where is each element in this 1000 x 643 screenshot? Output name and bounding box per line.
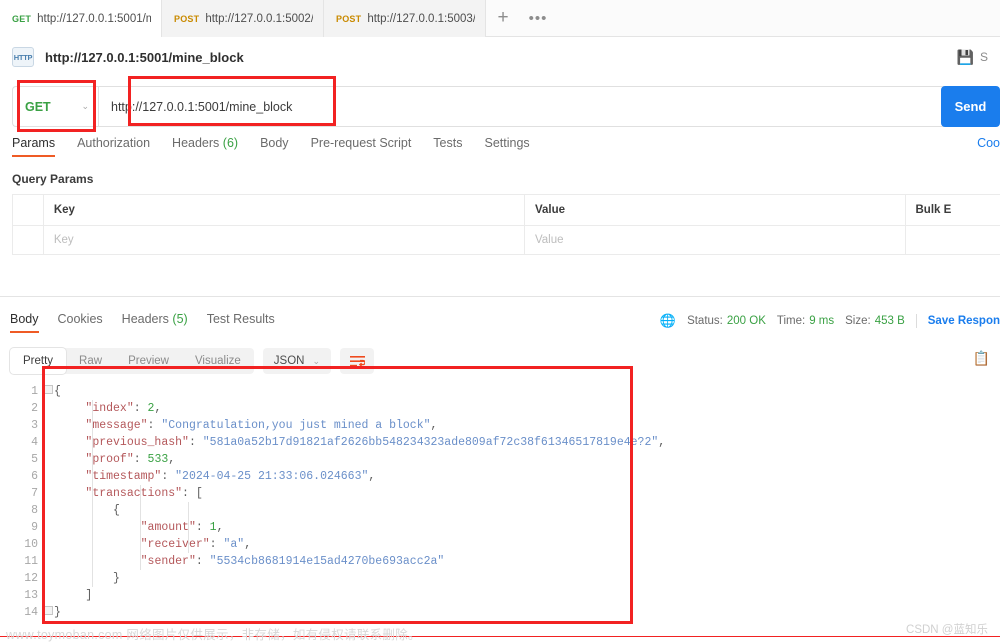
param-key-input[interactable]: Key — [43, 226, 525, 255]
page-title: http://127.0.0.1:5001/mine_block — [45, 49, 244, 65]
row-checkbox[interactable] — [13, 226, 44, 255]
breadcrumb: HTTP http://127.0.0.1:5001/mine_block 💾 … — [0, 37, 1000, 77]
watermark-bottom: www.toymoban.com 网络图片仅供展示，非存储，如有侵权请联系删除。 — [6, 628, 421, 642]
status-label: Status: — [687, 315, 723, 327]
tab-tests-label: Tests — [433, 136, 463, 150]
response-tabs: Body Cookies Headers (5) Test Results — [10, 312, 710, 340]
status-badge: 200 OK — [726, 315, 766, 327]
tab-pre-request-script-label: Pre-request Script — [310, 136, 412, 150]
http-protocol-icon: HTTP — [12, 47, 34, 67]
tab-body-label: Body — [260, 136, 289, 150]
table-header-row: Key Value Bulk E — [13, 195, 1000, 226]
cookies-link[interactable]: Coo — [977, 136, 1000, 150]
request-tabs: Params Authorization Headers (6) Body Pr… — [12, 136, 1000, 164]
line-number: 2 — [31, 402, 38, 415]
request-tab-3-url: http://127.0.0.1:5003/cor — [367, 12, 475, 25]
size-label: Size: — [845, 315, 871, 327]
response-tab-body[interactable]: Body — [10, 312, 39, 333]
line-number: 6 — [31, 470, 38, 483]
line-number: 12 — [24, 572, 38, 585]
request-tab-2-method: POST — [174, 13, 200, 24]
tab-body[interactable]: Body — [260, 136, 289, 157]
request-tab-2[interactable]: POST http://127.0.0.1:5002/cor — [162, 0, 324, 37]
tab-authorization-label: Authorization — [77, 136, 151, 150]
query-params-table: Key Value Bulk E Key Value — [12, 194, 1000, 255]
highlight-method-box — [17, 80, 96, 132]
tab-headers-label: Headers — [172, 136, 220, 150]
time-label: Time: — [776, 315, 806, 327]
tab-settings[interactable]: Settings — [484, 136, 529, 157]
request-tab-3[interactable]: POST http://127.0.0.1:5003/cor — [324, 0, 486, 37]
watermark-csdn: CSDN @蓝知乐 — [906, 624, 988, 636]
highlight-url-box — [128, 76, 336, 126]
line-number: 14 — [24, 606, 38, 619]
line-number: 1 — [31, 385, 38, 398]
tab-headers[interactable]: Headers (6) — [172, 136, 238, 157]
request-tab-1[interactable]: GET http://127.0.0.1:5001/mine — [0, 0, 162, 37]
column-header-value: Value — [524, 195, 906, 226]
globe-icon: 🌐 — [659, 313, 677, 328]
response-tab-test-results[interactable]: Test Results — [207, 312, 275, 333]
response-tab-headers-count: (5) — [172, 312, 188, 326]
request-tab-1-url: http://127.0.0.1:5001/mine — [37, 12, 151, 25]
line-number: 9 — [31, 521, 38, 534]
new-tab-button[interactable]: + — [486, 0, 520, 36]
tab-authorization[interactable]: Authorization — [77, 136, 150, 157]
highlight-response-body-box — [42, 366, 633, 624]
time-value: 9 ms — [809, 315, 835, 327]
column-header-key: Key — [43, 195, 525, 226]
response-tab-body-label: Body — [10, 312, 39, 326]
meta-divider — [915, 314, 917, 328]
line-number: 8 — [31, 504, 38, 517]
line-number: 4 — [31, 436, 38, 449]
postman-window: GET http://127.0.0.1:5001/mine POST http… — [0, 0, 1000, 643]
tab-bar: GET http://127.0.0.1:5001/mine POST http… — [0, 0, 1000, 37]
param-value-input[interactable]: Value — [524, 226, 906, 255]
line-number: 3 — [31, 419, 38, 432]
request-tab-1-method: GET — [12, 13, 32, 24]
chevron-down-icon: ⌄ — [312, 355, 321, 366]
copy-icon[interactable]: 📋 — [973, 350, 990, 367]
line-number: 5 — [31, 453, 38, 466]
bulk-edit-label: Bulk E — [915, 204, 952, 216]
send-button[interactable]: Send — [941, 86, 1000, 127]
response-divider — [0, 296, 1000, 297]
tab-tests[interactable]: Tests — [433, 136, 462, 157]
save-response-button[interactable]: Save Respon — [928, 315, 1000, 327]
code-token: , — [658, 436, 666, 449]
response-meta: 🌐 Status: 200 OK Time: 9 ms Size: 453 B … — [660, 313, 1000, 329]
tab-headers-count: (6) — [222, 136, 239, 150]
line-number: 11 — [24, 555, 38, 568]
tab-pre-request-script[interactable]: Pre-request Script — [311, 136, 412, 157]
line-number: 7 — [31, 487, 38, 500]
response-tab-cookies-label: Cookies — [57, 312, 103, 326]
line-number: 10 — [24, 538, 38, 551]
response-tab-test-results-label: Test Results — [206, 312, 275, 326]
tab-params-label: Params — [12, 136, 56, 150]
bulk-edit-button[interactable]: Bulk E — [905, 195, 1000, 226]
query-params-title: Query Params — [12, 172, 94, 186]
size-value: 453 B — [874, 315, 905, 327]
response-tab-headers[interactable]: Headers (5) — [122, 312, 188, 333]
table-row[interactable]: Key Value — [13, 226, 1000, 255]
line-number-gutter: 1 2 3 4 5 6 7 8 9 10 11 12 13 14 — [10, 383, 44, 628]
tab-params[interactable]: Params — [12, 136, 56, 157]
tab-settings-label: Settings — [484, 136, 530, 150]
response-tab-headers-label: Headers — [121, 312, 169, 326]
request-tab-3-method: POST — [336, 13, 362, 24]
row-actions-cell — [905, 226, 1000, 255]
save-icon[interactable]: 💾 — [957, 49, 974, 66]
response-tab-cookies[interactable]: Cookies — [58, 312, 103, 333]
breadcrumb-actions: 💾 S — [957, 49, 988, 66]
line-number: 13 — [24, 589, 38, 602]
header-checkbox-cell — [13, 195, 44, 226]
save-label[interactable]: S — [980, 50, 988, 64]
request-tab-2-url: http://127.0.0.1:5002/cor — [205, 12, 313, 25]
tab-options-icon[interactable]: ••• — [520, 0, 556, 36]
